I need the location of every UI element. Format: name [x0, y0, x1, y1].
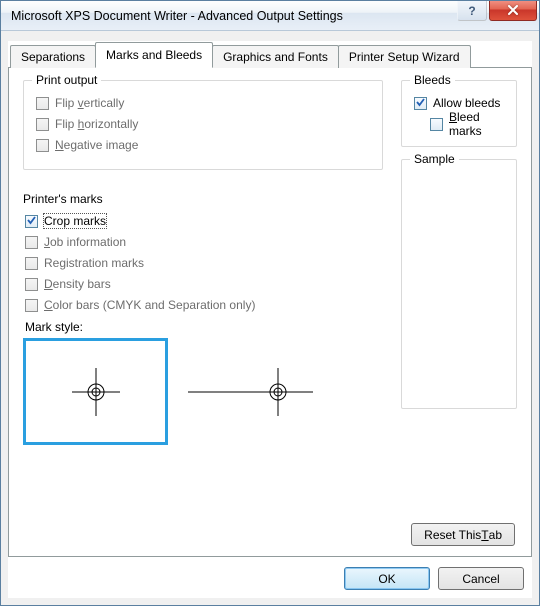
tab-panel: Print output Flip vertically Flip horizo…: [8, 67, 532, 557]
cancel-button[interactable]: Cancel: [438, 567, 524, 590]
label-flip-horizontally: Flip horizontally: [55, 117, 138, 131]
label-job-information: Job information: [44, 235, 126, 249]
label-crop-marks: Crop marks: [44, 214, 106, 228]
row-bleed-marks: Bleed marks: [430, 115, 506, 133]
registration-mark-icon: [66, 362, 126, 422]
help-icon: ?: [468, 4, 475, 18]
bottom-button-row: Reset This Tab: [23, 517, 517, 546]
tab-marks-and-bleeds[interactable]: Marks and Bleeds: [95, 42, 213, 68]
help-button[interactable]: ?: [457, 1, 487, 21]
row-color-bars: Color bars (CMYK and Separation only): [25, 296, 383, 314]
label-registration-marks: Registration marks: [44, 256, 144, 270]
checkmark-icon: [414, 96, 427, 109]
row-job-information: Job information: [25, 233, 383, 251]
checkbox-bleed-marks[interactable]: [430, 118, 443, 131]
row-density-bars: Density bars: [25, 275, 383, 293]
group-print-output-title: Print output: [32, 73, 101, 87]
label-negative-image: Negative image: [55, 138, 138, 152]
registration-mark-wide-icon: [178, 362, 323, 422]
row-crop-marks: Crop marks: [25, 212, 383, 230]
checkmark-icon: [25, 214, 38, 227]
row-negative-image: Negative image: [36, 136, 372, 154]
group-printers-marks-title: Printer's marks: [23, 192, 383, 206]
label-mark-style: Mark style:: [25, 320, 383, 334]
tab-separations[interactable]: Separations: [10, 45, 96, 68]
checkbox-crop-marks[interactable]: [25, 215, 38, 228]
reset-this-tab-button[interactable]: Reset This Tab: [411, 523, 515, 546]
group-bleeds-title: Bleeds: [410, 73, 455, 87]
checkbox-flip-horizontally: [36, 118, 49, 131]
panel-columns: Print output Flip vertically Flip horizo…: [23, 80, 517, 517]
checkbox-negative-image: [36, 139, 49, 152]
client-area: Separations Marks and Bleeds Graphics an…: [8, 41, 532, 598]
checkbox-flip-vertically: [36, 97, 49, 110]
ok-button[interactable]: OK: [344, 567, 430, 590]
mark-styles-row: [23, 338, 383, 445]
label-bleed-marks: Bleed marks: [449, 110, 506, 138]
dialog-window: Microsoft XPS Document Writer - Advanced…: [0, 0, 540, 606]
mark-style-option-2[interactable]: [178, 338, 323, 445]
close-icon: [507, 5, 519, 16]
titlebar: Microsoft XPS Document Writer - Advanced…: [1, 1, 539, 31]
right-column: Bleeds Allow bleeds Bleed marks: [401, 80, 517, 517]
tab-graphics-and-fonts[interactable]: Graphics and Fonts: [212, 45, 339, 68]
left-column: Print output Flip vertically Flip horizo…: [23, 80, 383, 517]
close-button[interactable]: [489, 1, 537, 21]
group-sample: Sample: [401, 159, 517, 409]
tab-printer-setup-wizard[interactable]: Printer Setup Wizard: [338, 45, 471, 68]
label-color-bars: Color bars (CMYK and Separation only): [44, 298, 255, 312]
row-flip-vertically: Flip vertically: [36, 94, 372, 112]
titlebar-buttons: ?: [457, 1, 539, 30]
checkbox-job-information: [25, 236, 38, 249]
group-printers-marks: Printer's marks Crop marks Job informati…: [23, 182, 383, 457]
group-sample-title: Sample: [410, 152, 459, 166]
window-title: Microsoft XPS Document Writer - Advanced…: [11, 9, 457, 23]
checkbox-density-bars: [25, 278, 38, 291]
row-flip-horizontally: Flip horizontally: [36, 115, 372, 133]
label-allow-bleeds: Allow bleeds: [433, 96, 500, 110]
mark-style-option-1[interactable]: [23, 338, 168, 445]
row-registration-marks: Registration marks: [25, 254, 383, 272]
checkbox-color-bars: [25, 299, 38, 312]
group-bleeds: Bleeds Allow bleeds Bleed marks: [401, 80, 517, 147]
checkbox-registration-marks: [25, 257, 38, 270]
label-density-bars: Density bars: [44, 277, 111, 291]
dialog-footer: OK Cancel: [8, 557, 532, 598]
checkbox-allow-bleeds[interactable]: [414, 97, 427, 110]
tab-strip: Separations Marks and Bleeds Graphics an…: [8, 42, 532, 68]
group-print-output: Print output Flip vertically Flip horizo…: [23, 80, 383, 170]
label-flip-vertically: Flip vertically: [55, 96, 124, 110]
